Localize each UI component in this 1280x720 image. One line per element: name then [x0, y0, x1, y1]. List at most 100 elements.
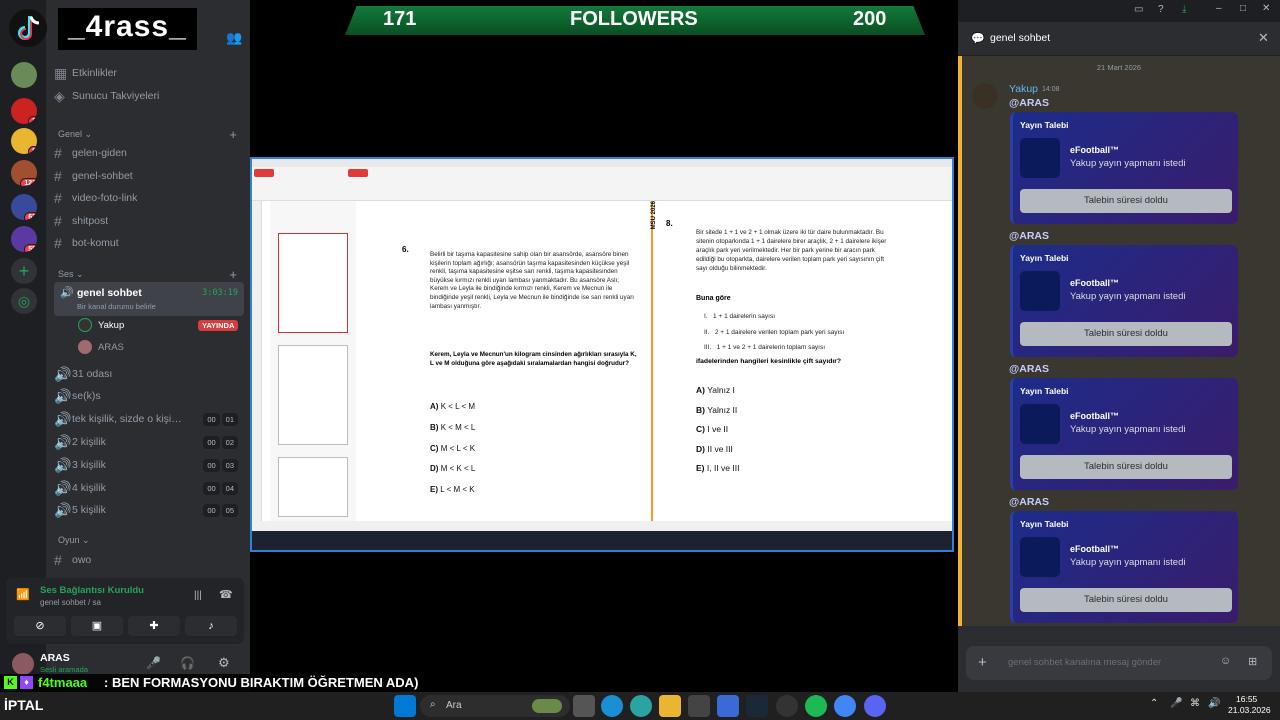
- epic-games-icon[interactable]: [688, 695, 710, 717]
- message-input[interactable]: genel sohbet kanalına mesaj gönder: [1008, 657, 1161, 668]
- maximize-icon[interactable]: □: [1240, 3, 1246, 14]
- tray-mic-icon[interactable]: 🎤: [1170, 698, 1182, 709]
- author-avatar[interactable]: [972, 83, 998, 109]
- pdf-home-tab[interactable]: [348, 169, 368, 177]
- settings-gear-icon[interactable]: ⚙: [218, 655, 230, 671]
- volume-icon[interactable]: 🔊: [1208, 698, 1220, 709]
- start-icon[interactable]: [394, 695, 416, 717]
- noise-suppression-icon[interactable]: |||: [194, 590, 202, 601]
- channel-genel-sohbet[interactable]: genel-sohbet: [72, 170, 133, 182]
- expired-button[interactable]: Talebin süresi doldu: [1020, 588, 1232, 612]
- download-icon[interactable]: ⤓: [1182, 4, 1186, 15]
- edge-icon[interactable]: [601, 695, 623, 717]
- expired-button[interactable]: Talebin süresi doldu: [1020, 455, 1232, 479]
- soundboard-button[interactable]: ♪: [185, 616, 237, 636]
- explore-icon[interactable]: ◎: [11, 288, 37, 314]
- server-icon[interactable]: 121: [11, 160, 37, 186]
- voice-channel[interactable]: tek kişilik, sizde o kişili...: [72, 413, 184, 425]
- network-icon[interactable]: ⌘: [1190, 698, 1200, 709]
- user-name[interactable]: ARAS: [40, 652, 70, 664]
- clock-time[interactable]: 16:55: [1236, 694, 1257, 704]
- channel-owo[interactable]: owo: [72, 554, 91, 566]
- activities-button[interactable]: ✚: [128, 616, 180, 636]
- option-value: Yalnız II: [707, 404, 738, 415]
- spotify-icon[interactable]: [805, 695, 827, 717]
- steam-icon[interactable]: [746, 695, 768, 717]
- pdf-thumbnail[interactable]: [278, 345, 348, 445]
- add-server-icon[interactable]: +: [11, 258, 37, 284]
- pdf-thumbnail-panel: [270, 201, 356, 521]
- chrome-icon[interactable]: [834, 695, 856, 717]
- voice-channel[interactable]: 31 odası: [72, 368, 112, 380]
- apps-icon[interactable]: ⊞: [1248, 655, 1257, 668]
- option-key: D): [430, 464, 439, 474]
- author-name[interactable]: Yakup: [1009, 83, 1038, 95]
- add-channel-icon[interactable]: +: [229, 267, 237, 282]
- server-icon[interactable]: 2: [11, 98, 37, 124]
- channel-video-foto-link[interactable]: video-foto-link: [72, 192, 137, 204]
- channel-gelen-giden[interactable]: gelen-giden: [72, 147, 127, 159]
- add-channel-icon[interactable]: +: [229, 127, 237, 142]
- close-icon[interactable]: ✕: [1258, 30, 1269, 46]
- user-avatar[interactable]: [12, 653, 34, 675]
- channel-shitpost[interactable]: shitpost: [72, 215, 108, 227]
- discord-icon[interactable]: [864, 695, 886, 717]
- minimize-icon[interactable]: –: [1216, 3, 1222, 14]
- voice-channel-genel-sohbet[interactable]: 🔊 genel sohbet 3:03:19 Bir kanal durumu …: [54, 282, 244, 316]
- voice-status-sub[interactable]: genel sohbet / sa: [40, 598, 101, 607]
- pdf-thumbnail[interactable]: [278, 457, 348, 517]
- headphones-icon[interactable]: 🎧: [180, 656, 195, 670]
- option-value: Yalnız I: [707, 385, 735, 395]
- voice-channel[interactable]: 3 kişilik: [72, 459, 106, 471]
- camera-off-button[interactable]: ⊘: [14, 616, 66, 636]
- channel-status-text[interactable]: Bir kanal durumu belirle: [77, 302, 156, 311]
- disconnect-icon[interactable]: ☎: [219, 588, 233, 601]
- server-boosts-item[interactable]: Sunucu Takviyeleri: [72, 90, 159, 102]
- avatar[interactable]: [78, 318, 92, 332]
- add-member-icon[interactable]: 👥: [226, 30, 242, 46]
- server-icon[interactable]: 8: [11, 128, 37, 154]
- mic-icon[interactable]: 🎤: [146, 656, 161, 670]
- expired-button[interactable]: Talebin süresi doldu: [1020, 322, 1232, 346]
- emoji-icon[interactable]: ☺: [1220, 655, 1231, 667]
- server-icon[interactable]: 55: [11, 226, 37, 252]
- mention[interactable]: @ARAS: [1009, 496, 1049, 508]
- server-icon[interactable]: 63: [11, 194, 37, 220]
- window-close-icon[interactable]: ✕: [1262, 3, 1270, 14]
- pdf-file-tab[interactable]: [254, 169, 274, 177]
- voice-channel[interactable]: 2 kişilik: [72, 436, 106, 448]
- inbox-icon[interactable]: ▭: [1134, 4, 1143, 15]
- clock-date[interactable]: 21.03.2026: [1228, 705, 1271, 715]
- voice-channel[interactable]: 4 kişilik: [72, 482, 106, 494]
- voice-channel[interactable]: 5 kişilik: [72, 504, 106, 516]
- voice-member-name[interactable]: ARAS: [98, 342, 124, 353]
- roman-item: III. 1 + 1 ve 2 + 1 dairelerin toplam sa…: [704, 340, 844, 356]
- options-list: A) K < L < M B) K < M < L C) M < L < K D…: [430, 397, 475, 501]
- avatar[interactable]: [78, 340, 92, 354]
- taskbar-search[interactable]: ⌕ Ara: [420, 695, 570, 717]
- task-view-icon[interactable]: [573, 695, 595, 717]
- voice-member-name[interactable]: Yakup: [98, 320, 124, 331]
- file-explorer-icon[interactable]: [659, 695, 681, 717]
- server-icon[interactable]: [11, 62, 37, 88]
- mention[interactable]: @ARAS: [1009, 230, 1049, 242]
- pdf-thumbnail[interactable]: [278, 233, 348, 333]
- app-icon[interactable]: [717, 695, 739, 717]
- category-oyun[interactable]: Oyun ⌄: [58, 535, 243, 546]
- github-icon[interactable]: [776, 695, 798, 717]
- message-input-box[interactable]: + genel sohbet kanalına mesaj gönder ☺ ⊞: [966, 646, 1272, 680]
- mention[interactable]: @ARAS: [1009, 363, 1049, 375]
- expired-button[interactable]: Talebin süresi doldu: [1020, 189, 1232, 213]
- events-item[interactable]: Etkinlikler: [72, 67, 117, 79]
- add-attachment-icon[interactable]: +: [978, 654, 987, 671]
- tray-chevron-icon[interactable]: ⌃: [1150, 698, 1158, 709]
- mention[interactable]: @ARAS: [1009, 97, 1049, 109]
- screen-share-button[interactable]: ▣: [71, 616, 123, 636]
- help-icon[interactable]: ?: [1158, 4, 1164, 15]
- voice-channel[interactable]: se(k)s: [72, 390, 101, 402]
- category-ses[interactable]: Ses ⌄ +: [58, 267, 243, 282]
- channel-bot-komut[interactable]: bot-komut: [72, 237, 119, 249]
- edge-dev-icon[interactable]: [630, 695, 652, 717]
- category-genel[interactable]: Genel ⌄ +: [58, 127, 243, 142]
- screen-share-view[interactable]: MSÜ 2026 6. Belirli bir taşıma kapasites…: [250, 157, 954, 552]
